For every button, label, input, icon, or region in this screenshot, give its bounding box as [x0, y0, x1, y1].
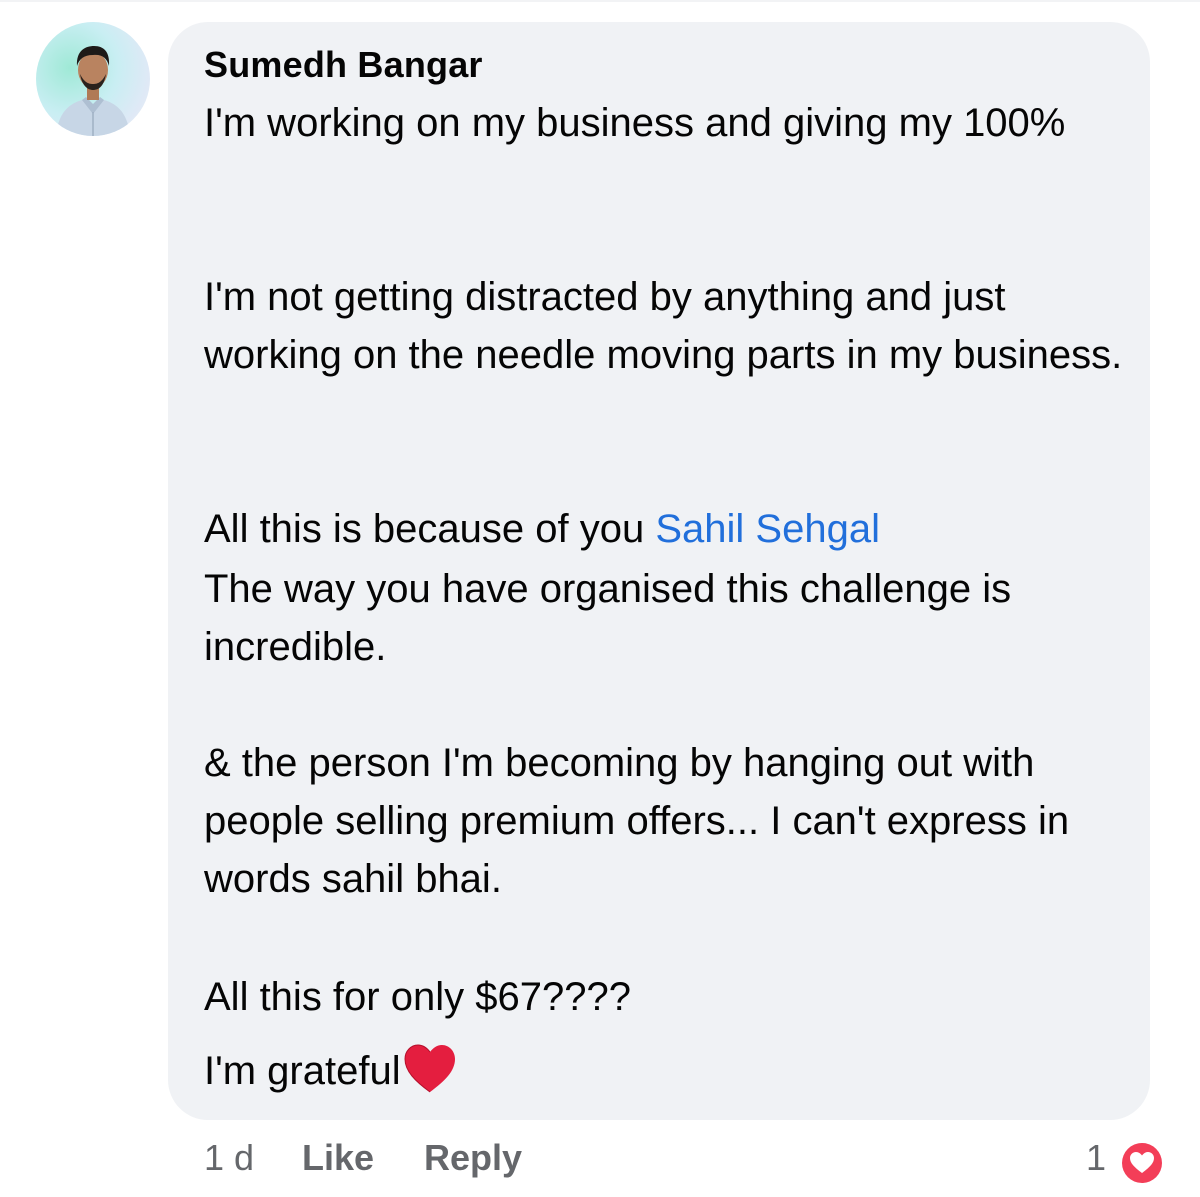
comment-author[interactable]: Sumedh Bangar [204, 44, 483, 86]
top-divider [0, 0, 1200, 2]
comment-paragraph: & the person I'm becoming by hanging out… [204, 741, 1070, 901]
grateful-text: I'm grateful [204, 1049, 401, 1093]
comment-paragraph: The way you have organised this challeng… [204, 567, 1012, 669]
mention-prefix-text: All this is because of you [204, 507, 656, 551]
red-heart-icon [403, 1044, 457, 1110]
comment-timestamp[interactable]: 1 d [204, 1136, 254, 1180]
comment-paragraph: I'm not getting distracted by anything a… [204, 275, 1123, 377]
comment-paragraph: I'm working on my business and giving my… [204, 101, 1066, 145]
like-button[interactable]: Like [302, 1136, 374, 1180]
avatar[interactable] [36, 22, 150, 136]
comment-paragraph: All this for only $67???? [204, 975, 631, 1019]
comment-paragraph-mention: All this is because of you Sahil Sehgal [204, 500, 1134, 558]
user-photo-icon [56, 46, 130, 136]
mention-link[interactable]: Sahil Sehgal [655, 507, 880, 551]
reply-button[interactable]: Reply [424, 1136, 522, 1180]
comment-actions: 1 d Like Reply 1 [0, 1136, 1200, 1186]
comment-paragraph-last: I'm grateful [204, 1042, 1134, 1110]
reaction-count[interactable]: 1 [1086, 1136, 1106, 1180]
love-reaction-icon[interactable] [1117, 1138, 1167, 1188]
